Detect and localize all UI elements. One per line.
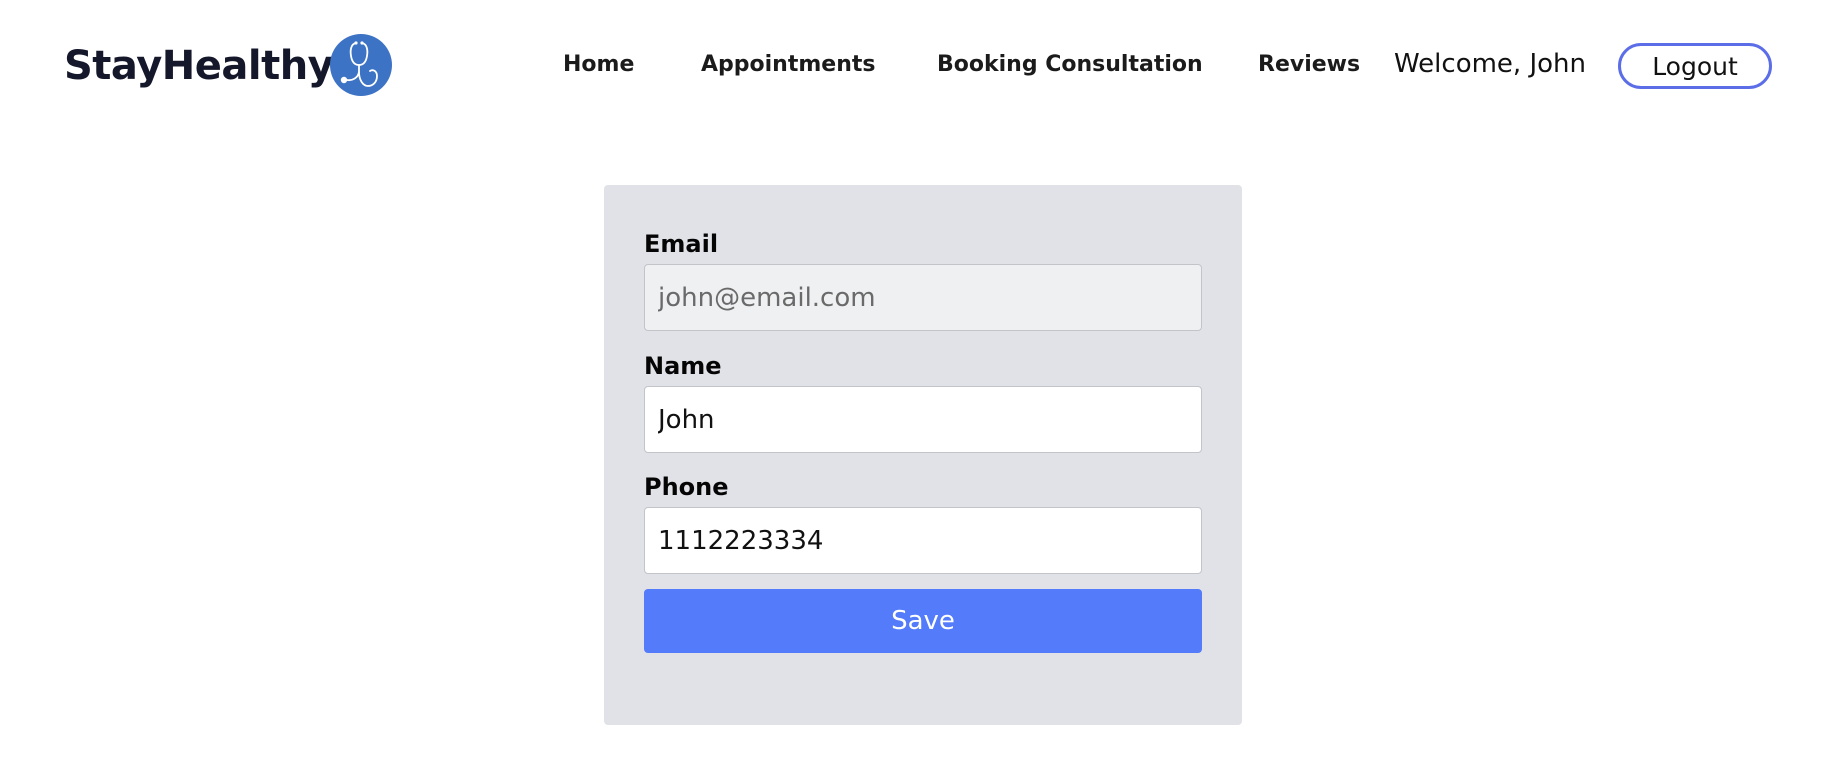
- logout-button[interactable]: Logout: [1618, 43, 1772, 89]
- name-field[interactable]: [644, 386, 1202, 453]
- brand[interactable]: StayHealthy: [64, 36, 334, 96]
- phone-label: Phone: [644, 473, 729, 501]
- welcome-message: Welcome, John: [1394, 49, 1586, 79]
- nav-appointments[interactable]: Appointments: [701, 48, 875, 82]
- phone-field[interactable]: [644, 507, 1202, 574]
- nav-home[interactable]: Home: [563, 48, 634, 82]
- save-button[interactable]: Save: [644, 589, 1202, 653]
- brand-name: StayHealthy: [64, 43, 334, 89]
- stethoscope-icon[interactable]: [330, 34, 392, 96]
- nav-reviews[interactable]: Reviews: [1258, 48, 1360, 82]
- nav-booking-consultation[interactable]: Booking Consultation: [937, 48, 1203, 82]
- email-label: Email: [644, 230, 719, 258]
- name-label: Name: [644, 352, 722, 380]
- email-field[interactable]: [644, 264, 1202, 331]
- profile-form-card: Email Name Phone Save: [604, 185, 1242, 725]
- navbar: StayHealthy Home Appointments Booking Co…: [0, 0, 1830, 130]
